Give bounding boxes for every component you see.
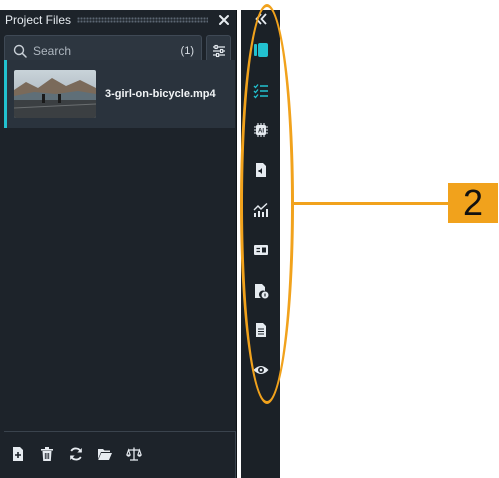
callout-label: 2 xyxy=(448,183,498,223)
search-icon xyxy=(13,44,27,58)
callout-connector xyxy=(294,202,448,205)
file-name: 3-girl-on-bicycle.mp4 xyxy=(105,88,216,100)
add-file-icon[interactable] xyxy=(10,446,26,462)
panel-toolbar xyxy=(10,446,155,462)
trash-icon[interactable] xyxy=(39,446,55,462)
refresh-icon[interactable] xyxy=(68,446,84,462)
file-list-item[interactable]: 3-girl-on-bicycle.mp4 xyxy=(4,60,235,128)
panel-divider-vertical xyxy=(235,431,236,478)
panel-header[interactable]: Project Files xyxy=(0,10,236,30)
video-thumbnail xyxy=(14,70,96,118)
compare-scale-icon[interactable] xyxy=(126,446,142,462)
close-icon[interactable] xyxy=(218,14,230,26)
callout-highlight xyxy=(240,4,294,404)
sliders-icon xyxy=(212,44,225,57)
search-result-count: (1) xyxy=(180,44,194,57)
project-files-panel: Project Files Search (1) 3-girl-on-bicyc… xyxy=(0,10,237,478)
panel-title: Project Files xyxy=(5,13,72,27)
drag-handle[interactable] xyxy=(77,17,208,23)
panel-divider xyxy=(4,431,235,432)
search-placeholder: Search xyxy=(33,43,72,58)
open-folder-icon[interactable] xyxy=(97,446,113,462)
